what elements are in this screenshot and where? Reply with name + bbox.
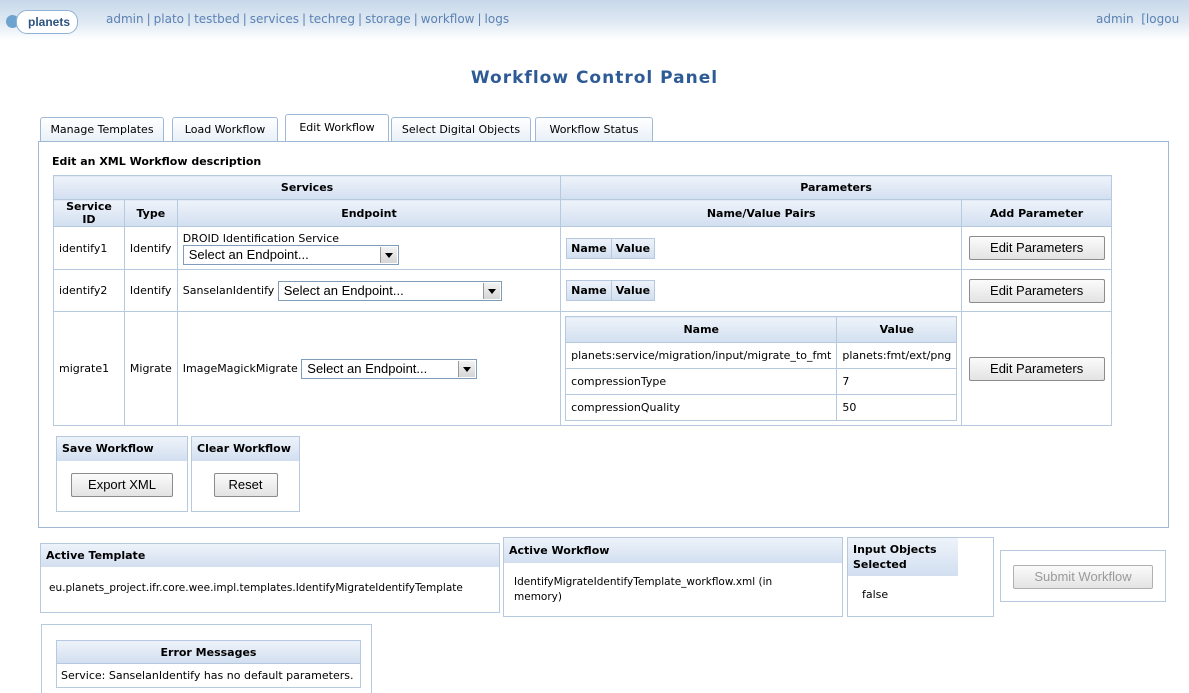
nvp-value-label: Value	[611, 280, 656, 301]
service-type-cell: Migrate	[123, 311, 178, 426]
nvp-cell: Name Value	[560, 226, 963, 270]
param-value: 50	[836, 394, 958, 421]
nav-link-storage[interactable]: storage	[365, 12, 411, 26]
nvp-value-label: Value	[611, 237, 656, 259]
service-id-cell: identify1	[53, 226, 125, 270]
submit-workflow-box: Submit Workflow	[1000, 550, 1166, 602]
endpoint-select[interactable]: Select an Endpoint...	[301, 358, 478, 379]
reset-button[interactable]: Reset	[213, 473, 278, 497]
services-header: Services	[52, 175, 562, 200]
chevron-down-icon[interactable]	[458, 360, 476, 377]
active-workflow-title: Active Workflow	[504, 538, 842, 563]
table-row: compressionType 7	[565, 368, 958, 395]
top-navigation-bar: planets admin | plato | testbed | services | tec…	[0, 0, 1189, 40]
nvp-name-label: Name	[566, 280, 612, 301]
chevron-down-icon[interactable]	[379, 246, 397, 263]
input-objects-box: Input Objects Selected false	[847, 537, 994, 617]
user-box: admin [logou	[1096, 12, 1179, 26]
panel-caption: Edit an XML Workflow description	[52, 155, 262, 168]
endpoint-cell: SanselanIdentify Select an Endpoint...	[176, 269, 562, 312]
clear-workflow-title: Clear Workflow	[192, 437, 299, 461]
nav-link-admin[interactable]: admin	[106, 12, 144, 26]
table-row: migrate1 Migrate ImageMagickMigrate Sele…	[53, 311, 1112, 426]
table-row: identify2 Identify SanselanIdentify Sele…	[53, 269, 1112, 312]
nvp-cell: Name Value planets:service/migration/inp…	[560, 311, 963, 426]
edit-parameters-button[interactable]: Edit Parameters	[968, 278, 1105, 303]
service-type-cell: Identify	[123, 269, 178, 312]
migrate-parameters-table: Name Value planets:service/migration/inp…	[565, 316, 958, 421]
add-parameter-cell: Edit Parameters	[961, 311, 1112, 426]
user-name[interactable]: admin	[1096, 12, 1134, 26]
services-table: Services Parameters Service ID Type Endp…	[52, 175, 1112, 426]
logout-link[interactable]: [logou	[1141, 12, 1179, 26]
clear-workflow-box: Clear Workflow Reset	[191, 436, 300, 512]
edit-parameters-button[interactable]: Edit Parameters	[968, 356, 1105, 381]
tab-manage-templates[interactable]: Manage Templates	[40, 117, 164, 141]
tab-edit-workflow[interactable]: Edit Workflow	[285, 114, 389, 142]
active-template-value: eu.planets_project.ifr.core.wee.impl.tem…	[49, 582, 463, 594]
endpoint-select-value: Select an Endpoint...	[307, 360, 428, 376]
input-objects-title: Input Objects Selected	[848, 538, 958, 576]
export-xml-button[interactable]: Export XML	[71, 473, 173, 497]
add-parameter-cell: Edit Parameters	[961, 226, 1112, 270]
main-nav: admin | plato | testbed | services | techreg | sto…	[106, 12, 510, 26]
service-id-cell: migrate1	[53, 311, 125, 426]
error-message-text: Service: SanselanIdentify has no default…	[56, 664, 361, 688]
nav-link-testbed[interactable]: testbed	[194, 12, 240, 26]
nav-link-logs[interactable]: logs	[485, 12, 510, 26]
service-name: SanselanIdentify	[182, 283, 275, 297]
edit-parameters-button[interactable]: Edit Parameters	[968, 236, 1105, 260]
param-name: compressionQuality	[565, 394, 838, 421]
parameters-header: Parameters	[560, 175, 1112, 200]
logo-text: planets	[28, 15, 71, 29]
param-value: planets:fmt/ext/png	[836, 342, 958, 369]
type-header: Type	[123, 199, 178, 227]
active-workflow-value: IdentifyMigrateIdentifyTemplate_workflow…	[514, 576, 773, 603]
nav-link-workflow[interactable]: workflow	[421, 12, 475, 26]
service-name: DROID Identification Service	[182, 231, 340, 245]
service-id-cell: identify2	[53, 269, 125, 312]
service-type-cell: Identify	[123, 226, 178, 270]
endpoint-select-value: Select an Endpoint...	[188, 246, 309, 262]
endpoint-cell: ImageMagickMigrate Select an Endpoint...	[176, 311, 562, 426]
param-name: planets:service/migration/input/migrate_…	[565, 342, 838, 369]
nav-link-services[interactable]: services	[250, 12, 299, 26]
table-row: compressionQuality 50	[565, 394, 958, 421]
service-name: ImageMagickMigrate	[182, 361, 298, 375]
add-parameter-header: Add Parameter	[961, 199, 1112, 227]
save-workflow-title: Save Workflow	[57, 437, 187, 461]
service-id-header: Service ID	[53, 199, 125, 227]
param-value: 7	[836, 368, 958, 395]
active-template-title: Active Template	[41, 544, 499, 567]
active-workflow-box: Active Workflow IdentifyMigrateIdentifyT…	[503, 537, 843, 617]
tab-select-digital-objects[interactable]: Select Digital Objects	[391, 117, 531, 141]
endpoint-header: Endpoint	[176, 199, 562, 227]
nvp-name-label: Name	[566, 237, 612, 259]
chevron-down-icon[interactable]	[482, 282, 500, 299]
param-name-header: Name	[565, 316, 838, 343]
add-parameter-cell: Edit Parameters	[961, 269, 1112, 312]
submit-workflow-button[interactable]: Submit Workflow	[1013, 565, 1153, 589]
param-value-header: Value	[836, 316, 958, 343]
nvp-header: Name/Value Pairs	[560, 199, 963, 227]
active-template-box: Active Template eu.planets_project.ifr.c…	[40, 543, 500, 613]
error-messages-title: Error Messages	[56, 640, 361, 664]
endpoint-select[interactable]: Select an Endpoint...	[182, 244, 399, 265]
table-row: identify1 Identify DROID Identification …	[53, 226, 1112, 270]
tab-workflow-status[interactable]: Workflow Status	[535, 117, 653, 141]
nav-link-techreg[interactable]: techreg	[309, 12, 355, 26]
endpoint-select-value: Select an Endpoint...	[283, 282, 404, 298]
save-workflow-box: Save Workflow Export XML	[56, 436, 188, 512]
param-name: compressionType	[565, 368, 838, 395]
input-objects-value: false	[862, 588, 889, 601]
nvp-cell: Name Value	[560, 269, 963, 312]
nav-link-plato[interactable]: plato	[154, 12, 184, 26]
tab-load-workflow[interactable]: Load Workflow	[172, 117, 278, 141]
planets-logo[interactable]: planets	[6, 10, 78, 34]
table-row: planets:service/migration/input/migrate_…	[565, 342, 958, 369]
endpoint-select[interactable]: Select an Endpoint...	[277, 280, 502, 301]
page-title: Workflow Control Panel	[470, 68, 719, 88]
error-messages-box: Error Messages Service: SanselanIdentify…	[41, 624, 372, 693]
endpoint-cell: DROID Identification Service Select an E…	[176, 226, 562, 270]
